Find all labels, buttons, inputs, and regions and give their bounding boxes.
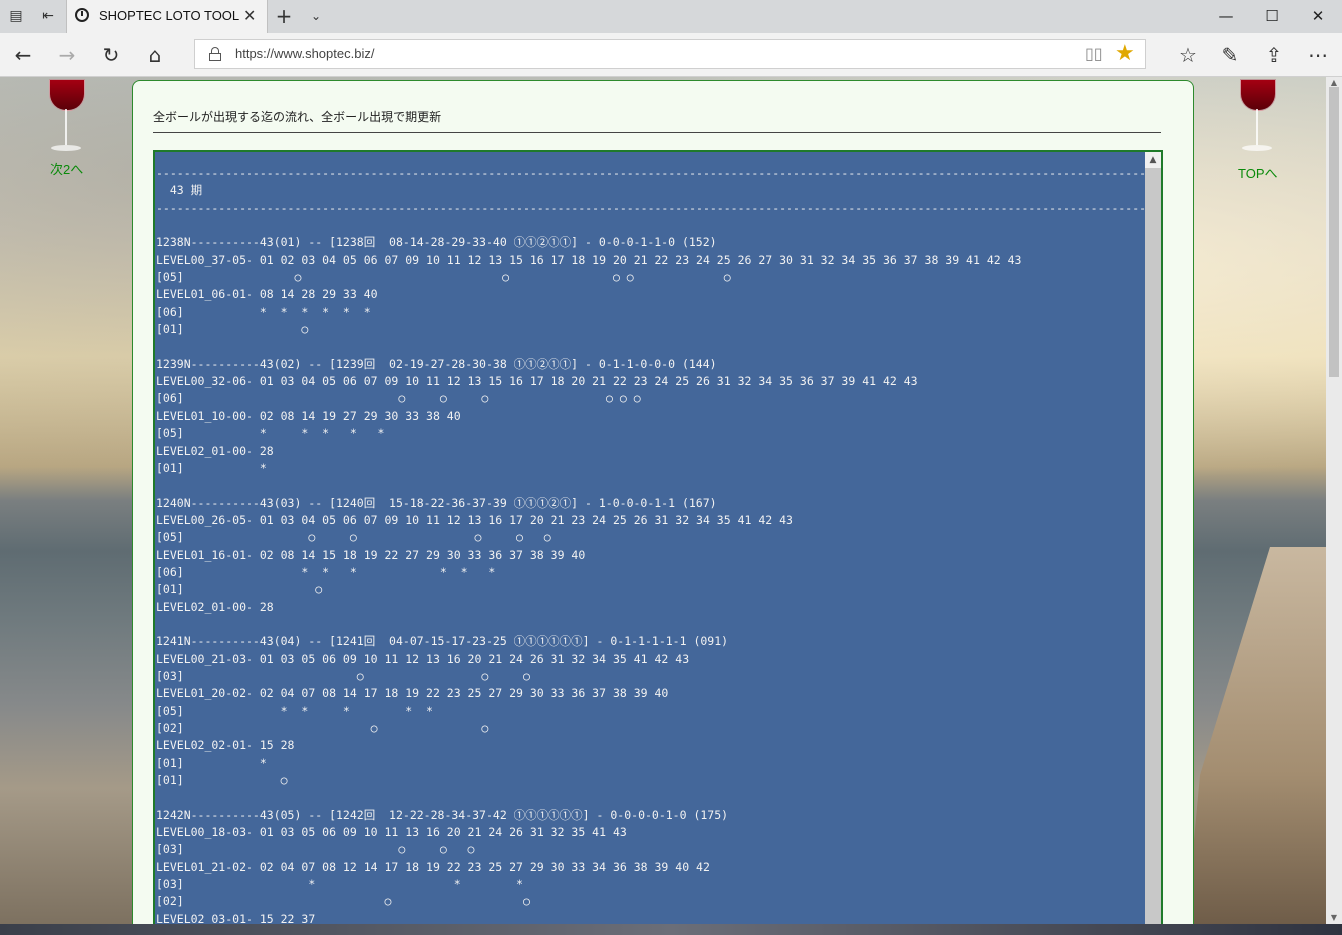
favorites-icon[interactable]: ☆ bbox=[1174, 41, 1202, 69]
wine-glass-icon[interactable] bbox=[46, 79, 86, 159]
page-title: 全ボールが出現する迄の流れ、全ボール出現で期更新 bbox=[153, 110, 442, 124]
new-tab-icon[interactable]: + bbox=[274, 6, 294, 26]
minimize-icon[interactable]: — bbox=[1206, 4, 1246, 28]
taskbar-strip bbox=[0, 924, 1342, 935]
window-close-icon[interactable]: ✕ bbox=[1298, 4, 1338, 28]
tab-bar: ▤ ⇤ SHOPTEC LOTO TOOL ✕ + ⌄ — ☐ ✕ bbox=[0, 0, 1342, 33]
scroll-up-icon[interactable]: ▲ bbox=[1145, 152, 1161, 168]
divider bbox=[153, 132, 1161, 133]
clock-icon bbox=[75, 8, 89, 22]
data-textarea[interactable]: ----------------------------------------… bbox=[153, 150, 1163, 924]
scroll-down-icon[interactable]: ▼ bbox=[1326, 912, 1342, 924]
page-viewport: 次2へ TOPへ 全ボールが出現する迄の流れ、全ボール出現で期更新 ------… bbox=[0, 77, 1326, 924]
page-scrollbar[interactable]: ▲ ▼ bbox=[1326, 77, 1342, 924]
pen-icon[interactable]: ✎ bbox=[1216, 41, 1244, 69]
navigation-bar: ← → ↻ ⌂ https://www.shoptec.biz/ ▯▯ ★ ☆ … bbox=[0, 33, 1342, 77]
forward-icon[interactable]: → bbox=[53, 41, 81, 69]
content-panel: 全ボールが出現する迄の流れ、全ボール出現で期更新 ---------------… bbox=[132, 80, 1194, 924]
address-bar[interactable]: https://www.shoptec.biz/ ▯▯ ★ bbox=[194, 39, 1146, 69]
set-aside-icon[interactable]: ⇤ bbox=[38, 6, 58, 26]
lock-icon bbox=[209, 47, 221, 61]
background-beach bbox=[1186, 547, 1326, 924]
tab-title: SHOPTEC LOTO TOOL bbox=[99, 8, 240, 23]
wine-glass-icon[interactable] bbox=[1237, 79, 1277, 159]
next-link[interactable]: 次2へ bbox=[50, 159, 83, 178]
home-icon[interactable]: ⌂ bbox=[141, 41, 169, 69]
close-icon[interactable]: ✕ bbox=[243, 6, 256, 25]
maximize-icon[interactable]: ☐ bbox=[1252, 4, 1292, 28]
inner-scrollbar[interactable]: ▲ bbox=[1145, 152, 1161, 924]
back-icon[interactable]: ← bbox=[9, 41, 37, 69]
refresh-icon[interactable]: ↻ bbox=[97, 41, 125, 69]
data-text: ----------------------------------------… bbox=[156, 166, 1161, 924]
url-text[interactable]: https://www.shoptec.biz/ bbox=[235, 46, 374, 61]
top-link[interactable]: TOPへ bbox=[1238, 163, 1278, 182]
chevron-down-icon[interactable]: ⌄ bbox=[306, 6, 326, 26]
share-icon[interactable]: ⇪ bbox=[1260, 41, 1288, 69]
star-icon[interactable]: ★ bbox=[1115, 41, 1135, 66]
tab-shoptec[interactable]: SHOPTEC LOTO TOOL ✕ bbox=[66, 0, 268, 33]
reading-view-icon[interactable]: ▯▯ bbox=[1085, 44, 1103, 63]
scrollbar-thumb[interactable] bbox=[1329, 87, 1339, 377]
tab-list-icon[interactable]: ▤ bbox=[6, 6, 26, 26]
more-icon[interactable]: ⋯ bbox=[1304, 41, 1332, 69]
